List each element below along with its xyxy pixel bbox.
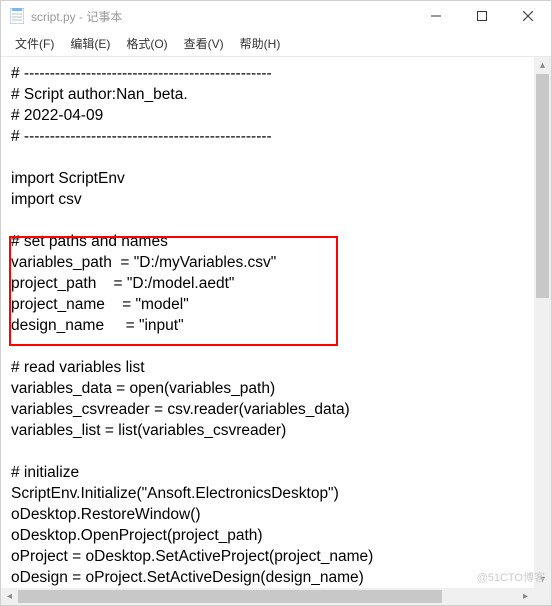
menu-file[interactable]: 文件(F) [7, 32, 62, 55]
titlebar[interactable]: script.py - 记事本 [1, 1, 551, 31]
app-icon [9, 8, 25, 24]
vertical-scrollbar[interactable]: ▴ ▾ [534, 57, 551, 588]
vertical-scroll-track[interactable] [534, 74, 551, 571]
scroll-right-icon[interactable]: ▸ [517, 588, 534, 605]
menu-view[interactable]: 查看(V) [176, 32, 232, 55]
close-button[interactable] [505, 1, 551, 31]
scroll-left-icon[interactable]: ◂ [1, 588, 18, 605]
menu-edit[interactable]: 编辑(E) [62, 32, 118, 55]
menubar: 文件(F) 编辑(E) 格式(O) 查看(V) 帮助(H) [1, 31, 551, 57]
menu-format[interactable]: 格式(O) [118, 32, 175, 55]
scroll-up-icon[interactable]: ▴ [534, 57, 551, 74]
editor-text[interactable]: # --------------------------------------… [1, 57, 551, 598]
editor-area: # --------------------------------------… [1, 57, 551, 605]
horizontal-scrollbar[interactable]: ◂ ▸ [1, 588, 534, 605]
window-title: script.py - 记事本 [31, 8, 413, 25]
watermark: @51CTO博客 [477, 569, 545, 585]
scroll-corner [534, 588, 551, 605]
vertical-scroll-thumb[interactable] [536, 74, 549, 298]
window-controls [413, 1, 551, 31]
horizontal-scroll-track[interactable] [18, 588, 517, 605]
minimize-button[interactable] [413, 1, 459, 31]
menu-help[interactable]: 帮助(H) [232, 32, 289, 55]
maximize-button[interactable] [459, 1, 505, 31]
horizontal-scroll-thumb[interactable] [18, 590, 442, 603]
notepad-window: script.py - 记事本 文件(F) 编辑(E) 格式(O) 查看(V) … [0, 0, 552, 606]
